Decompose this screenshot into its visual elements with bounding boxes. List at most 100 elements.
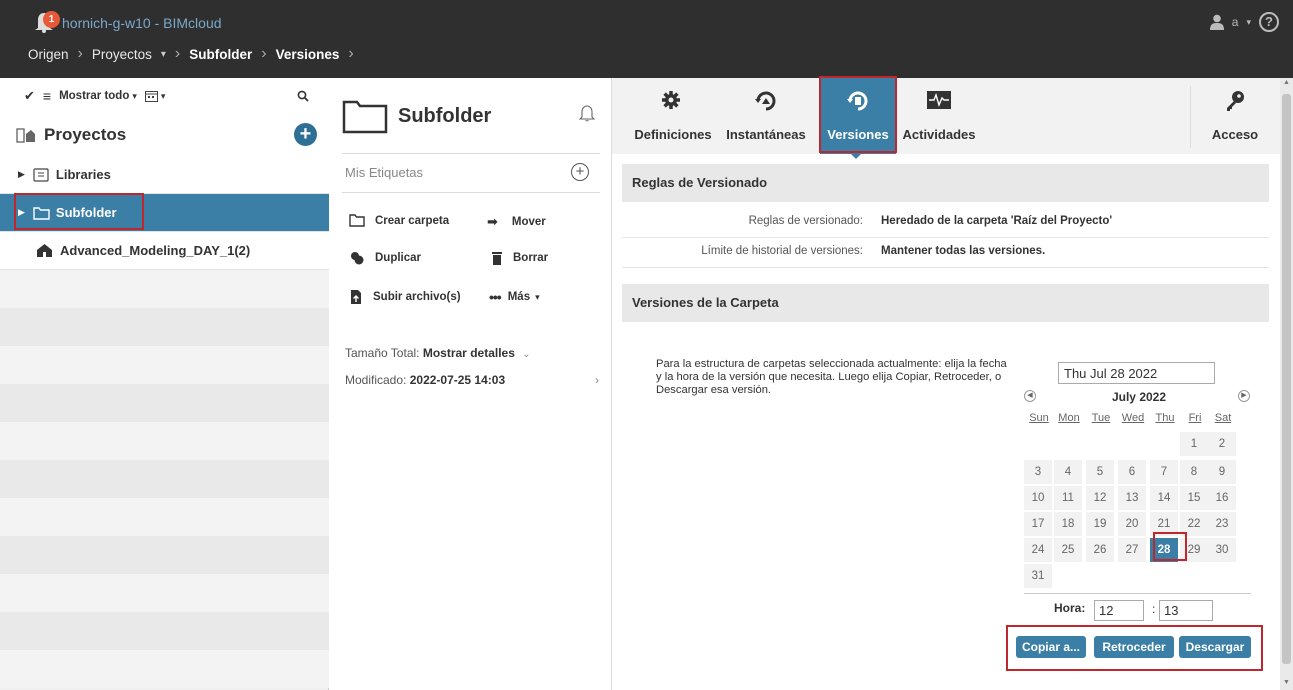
- expand-arrow-icon[interactable]: ▶: [18, 169, 25, 180]
- version-date-input[interactable]: Thu Jul 28 2022: [1058, 362, 1215, 384]
- breadcrumb-separator-icon: ›: [348, 45, 354, 62]
- scrollbar-thumb[interactable]: [1282, 94, 1291, 664]
- tab-instantaneas[interactable]: Instantáneas: [718, 78, 814, 154]
- hour-input[interactable]: 12: [1094, 600, 1144, 621]
- calendar-day[interactable]: 1: [1180, 432, 1208, 456]
- gear-icon: [662, 91, 680, 109]
- list-filter-icon[interactable]: ≡: [43, 88, 51, 104]
- breadcrumb-item-origen[interactable]: Origen: [28, 47, 69, 62]
- history-limit-value: Mantener todas las versiones.: [881, 245, 1046, 257]
- calendar-day[interactable]: 3: [1024, 460, 1052, 484]
- calendar-day[interactable]: 19: [1086, 512, 1114, 536]
- highlight-box-versions-tab: [819, 76, 897, 153]
- duplicate-label: Duplicar: [375, 252, 422, 264]
- calendar-day[interactable]: 9: [1208, 460, 1236, 484]
- duplicate-button[interactable]: Duplicar: [349, 251, 421, 265]
- prev-month-icon[interactable]: ◀: [1024, 390, 1036, 402]
- tab-acceso[interactable]: Acceso: [1202, 78, 1268, 154]
- versioning-rules-header: Reglas de Versionado: [622, 164, 1269, 202]
- calendar-day[interactable]: 12: [1086, 486, 1114, 510]
- chevron-down-icon[interactable]: ⌄: [522, 349, 530, 360]
- create-folder-button[interactable]: Crear carpeta: [349, 214, 449, 227]
- user-menu-label[interactable]: a: [1232, 15, 1239, 29]
- calendar-day[interactable]: 30: [1208, 538, 1236, 562]
- upload-button[interactable]: Subir archivo(s): [349, 289, 461, 305]
- calendar-icon[interactable]: [144, 90, 158, 102]
- tree-item-advanced-modeling[interactable]: Advanced_Modeling_DAY_1(2): [0, 232, 329, 270]
- more-button[interactable]: ••• Más ▾: [489, 289, 540, 305]
- versioning-rules-label: Reglas de versionado:: [748, 215, 863, 227]
- calendar-day[interactable]: 17: [1024, 512, 1052, 536]
- weekday-label: Sat: [1214, 412, 1232, 424]
- tree-item-label: Libraries: [55, 167, 111, 182]
- check-icon[interactable]: ✔: [24, 88, 35, 104]
- calendar-day[interactable]: 2: [1208, 432, 1236, 456]
- versioning-rules-value: Heredado de la carpeta 'Raíz del Proyect…: [881, 215, 1113, 227]
- breadcrumb-item-proyectos[interactable]: Proyectos: [92, 47, 152, 62]
- notification-bell-icon[interactable]: 1: [32, 9, 62, 35]
- chevron-right-icon[interactable]: ›: [595, 373, 599, 387]
- tab-label: Acceso: [1211, 127, 1259, 142]
- app-title[interactable]: hornich-g-w10 - BIMcloud: [62, 15, 222, 31]
- create-folder-label: Crear carpeta: [375, 214, 450, 227]
- show-details-link[interactable]: Mostrar detalles: [423, 346, 515, 360]
- calendar-day[interactable]: 13: [1118, 486, 1146, 510]
- folder-settings-panel: Definiciones Instantáneas Versiones Acti…: [612, 78, 1280, 690]
- help-icon[interactable]: ?: [1259, 12, 1279, 32]
- tab-label: Actividades: [902, 127, 976, 142]
- breadcrumb-item-versiones[interactable]: Versiones: [276, 47, 340, 62]
- scrollbar[interactable]: ▲ ▼: [1280, 78, 1293, 690]
- calendar-day[interactable]: 18: [1054, 512, 1082, 536]
- calendar-day[interactable]: 23: [1208, 512, 1236, 536]
- caret-down-icon[interactable]: ▾: [132, 91, 137, 102]
- delete-button[interactable]: Borrar: [491, 251, 548, 265]
- divider: [342, 153, 600, 154]
- scroll-up-icon[interactable]: ▲: [1283, 79, 1290, 86]
- empty-row: [0, 650, 329, 688]
- breadcrumb-item-subfolder[interactable]: Subfolder: [189, 47, 252, 62]
- calendar-day[interactable]: 10: [1024, 486, 1052, 510]
- calendar-day[interactable]: 8: [1180, 460, 1208, 484]
- calendar-day[interactable]: 4: [1054, 460, 1082, 484]
- calendar-day[interactable]: 5: [1086, 460, 1114, 484]
- subscribe-bell-icon[interactable]: [579, 104, 595, 122]
- calendar-day[interactable]: 11: [1054, 486, 1082, 510]
- calendar-day[interactable]: 7: [1150, 460, 1178, 484]
- calendar-day[interactable]: 31: [1024, 564, 1052, 588]
- weekday-label: Tue: [1091, 412, 1111, 424]
- calendar-day[interactable]: 16: [1208, 486, 1236, 510]
- calendar-day[interactable]: 14: [1150, 486, 1178, 510]
- add-tag-icon[interactable]: +: [571, 163, 589, 181]
- minute-input[interactable]: 13: [1159, 600, 1213, 621]
- calendar-day[interactable]: 15: [1180, 486, 1208, 510]
- caret-down-icon[interactable]: ▾: [1246, 17, 1251, 28]
- filter-dropdown[interactable]: Mostrar todo: [59, 90, 129, 102]
- calendar-day[interactable]: 20: [1118, 512, 1146, 536]
- tab-definiciones[interactable]: Definiciones: [630, 78, 716, 154]
- scroll-down-icon[interactable]: ▼: [1283, 679, 1290, 686]
- empty-row: [0, 384, 329, 422]
- user-icon[interactable]: [1209, 14, 1224, 30]
- tab-actividades[interactable]: Actividades: [898, 78, 980, 154]
- tab-label: Definiciones: [634, 127, 712, 142]
- add-project-button[interactable]: +: [294, 123, 317, 146]
- empty-row: [0, 536, 329, 574]
- tree-item-libraries[interactable]: ▶ Libraries: [0, 156, 329, 194]
- search-icon[interactable]: [297, 90, 309, 102]
- delete-label: Borrar: [513, 252, 549, 264]
- modified-row[interactable]: Modificado: 2022-07-25 14:03 ›: [345, 373, 599, 387]
- weekday-label: Wed: [1121, 412, 1145, 424]
- folder-versions-header: Versiones de la Carpeta: [622, 284, 1269, 322]
- caret-down-icon[interactable]: ▾: [161, 49, 166, 60]
- calendar-day[interactable]: 26: [1086, 538, 1114, 562]
- tags-label[interactable]: Mis Etiquetas: [345, 165, 423, 180]
- caret-down-icon: ▾: [535, 291, 540, 302]
- next-month-icon[interactable]: ▶: [1238, 390, 1250, 402]
- caret-down-icon[interactable]: ▾: [161, 91, 166, 102]
- calendar-day[interactable]: 27: [1118, 538, 1146, 562]
- calendar-day[interactable]: 24: [1024, 538, 1052, 562]
- move-button[interactable]: ➡ Mover: [487, 214, 546, 230]
- folder-icon: [342, 100, 388, 134]
- calendar-day[interactable]: 25: [1054, 538, 1082, 562]
- calendar-day[interactable]: 6: [1118, 460, 1146, 484]
